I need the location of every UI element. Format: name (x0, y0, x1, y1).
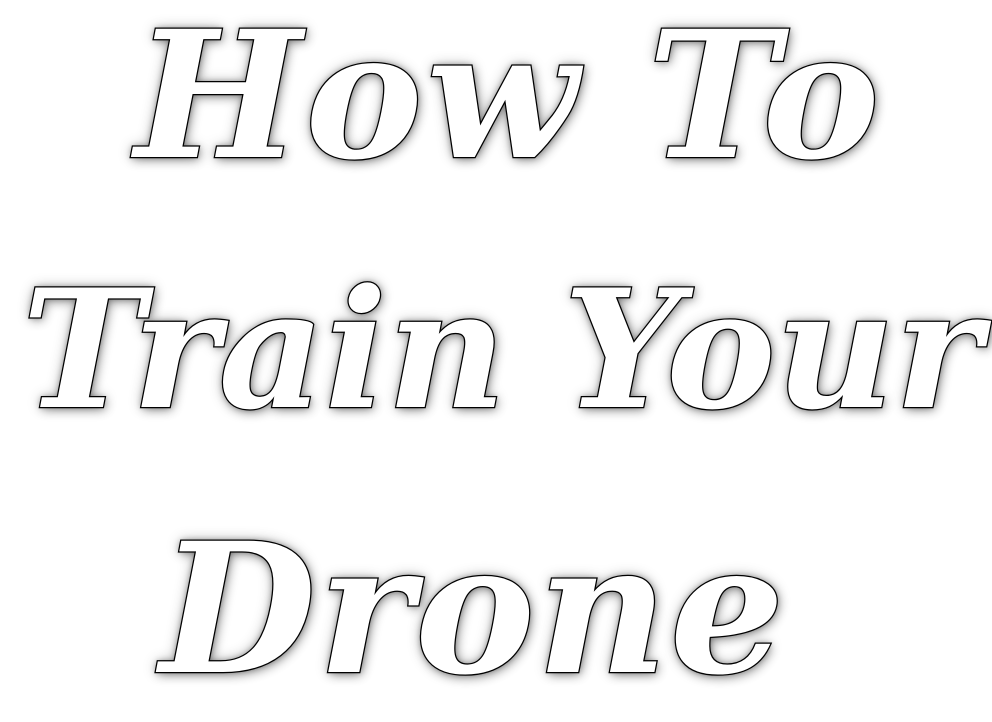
title-artwork: How To Train Your Drone (0, 0, 992, 722)
title-line-train-your: Train Your (21, 253, 983, 446)
title-line-how-to: How To (134, 0, 884, 199)
title-line-drone: Drone (159, 504, 787, 715)
